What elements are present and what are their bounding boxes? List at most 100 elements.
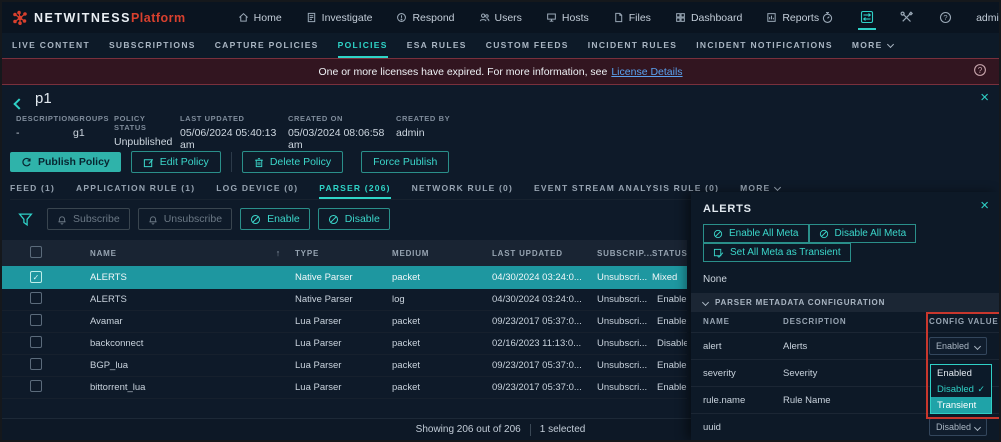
nav-investigate[interactable]: Investigate	[306, 12, 372, 24]
col-type[interactable]: TYPE	[295, 249, 392, 258]
license-details-link[interactable]: License Details	[611, 66, 682, 78]
divider	[230, 152, 232, 172]
tab-log-device[interactable]: LOG DEVICE (0)	[216, 178, 298, 199]
nav-respond[interactable]: Respond	[396, 12, 455, 24]
table-row[interactable]: BGP_lua Lua Parser packet 09/23/2017 05:…	[2, 354, 687, 377]
meta-label: LAST UPDATED	[180, 114, 245, 123]
disable-all-meta-button[interactable]: Disable All Meta	[808, 224, 917, 243]
table-row[interactable]: Avamar Lua Parser packet 09/23/2017 05:3…	[2, 310, 687, 333]
nav-users[interactable]: Users	[479, 12, 522, 24]
status-text: Enabled	[657, 359, 687, 371]
row-checkbox[interactable]: ✓	[30, 271, 42, 283]
col-medium[interactable]: MEDIUM	[392, 249, 492, 258]
table-row[interactable]: ALERTS Native Parser log 04/30/2024 03:2…	[2, 288, 687, 311]
tab-network-rule[interactable]: NETWORK RULE (0)	[412, 178, 513, 199]
svg-text:?: ?	[943, 13, 947, 22]
admin-config-icon[interactable]	[858, 6, 877, 30]
status-text: Enabled	[657, 315, 687, 327]
dashboard-icon	[676, 13, 685, 22]
subnav-incident-notifications[interactable]: INCIDENT NOTIFICATIONS	[696, 33, 833, 58]
chevron-down-icon	[973, 423, 982, 431]
sort-asc-icon[interactable]: ↑	[276, 248, 281, 258]
banner-help-icon[interactable]: ?	[973, 63, 987, 77]
unsubscribe-button[interactable]: Unsubscribe	[137, 208, 233, 230]
row-checkbox[interactable]	[30, 291, 42, 304]
chevron-down-icon	[701, 298, 710, 307]
row-checkbox[interactable]	[30, 357, 42, 370]
nav-home[interactable]: Home	[238, 12, 282, 24]
disable-button[interactable]: Disable	[317, 208, 390, 230]
subnav-subscriptions[interactable]: SUBSCRIPTIONS	[109, 33, 196, 58]
meta-value: admin	[396, 127, 425, 139]
subnav-more[interactable]: MORE	[852, 33, 894, 58]
circle-slash-icon	[251, 214, 261, 224]
enable-all-meta-button[interactable]: Enable All Meta	[703, 224, 809, 243]
nav-hosts[interactable]: Hosts	[546, 12, 589, 24]
panel-actions: Enable All Meta Disable All Meta Set All…	[703, 224, 953, 262]
stopwatch-icon[interactable]	[819, 7, 836, 28]
reports-icon	[767, 13, 776, 22]
subnav-incident-rules[interactable]: INCIDENT RULES	[588, 33, 678, 58]
respond-icon	[397, 13, 407, 22]
tab-feed[interactable]: FEED (1)	[10, 178, 55, 199]
panel-row: uuid Disabled	[691, 413, 999, 440]
subnav-policies[interactable]: POLICIES	[337, 33, 388, 58]
nav-reports[interactable]: Reports	[766, 12, 819, 24]
edit-policy-button[interactable]: Edit Policy	[130, 151, 221, 173]
brand-logo[interactable]: NETWITNESSPlatform	[12, 9, 186, 27]
dropdown-option-transient[interactable]: Transient	[931, 397, 991, 413]
user-menu[interactable]: admin	[976, 12, 999, 24]
svg-text:?: ?	[978, 66, 983, 75]
status-text: Enabled	[657, 293, 687, 305]
row-checkbox[interactable]	[30, 335, 42, 348]
utility-icons: ? admin	[819, 6, 999, 30]
refresh-icon	[22, 157, 31, 166]
select-all-checkbox[interactable]	[30, 246, 42, 258]
close-policy-icon[interactable]: ×	[980, 90, 989, 105]
set-all-meta-transient-button[interactable]: Set All Meta as Transient	[703, 243, 851, 262]
users-icon	[479, 13, 489, 22]
row-checkbox[interactable]	[30, 313, 42, 326]
meta-label: POLICY STATUS	[114, 114, 147, 132]
tab-application-rule[interactable]: APPLICATION RULE (1)	[76, 178, 195, 199]
panel-close-icon[interactable]: ×	[980, 198, 989, 213]
config-value-select[interactable]: Disabled	[929, 418, 987, 436]
parser-table-header: NAME ↑ TYPE MEDIUM LAST UPDATED SUBSCRIP.…	[2, 240, 687, 266]
meta-label: CREATED ON	[288, 114, 344, 123]
tools-icon[interactable]	[898, 7, 915, 28]
tab-parser[interactable]: PARSER (206)	[319, 178, 391, 199]
help-icon[interactable]: ?	[937, 7, 954, 28]
col-last-updated[interactable]: LAST UPDATED	[492, 249, 597, 258]
brand-secondary: Platform	[130, 10, 186, 25]
nav-files[interactable]: Files	[613, 12, 651, 24]
nav-dashboard[interactable]: Dashboard	[675, 12, 742, 24]
meta-label: DESCRIPTION	[16, 114, 74, 123]
dropdown-option-enabled[interactable]: Enabled	[931, 365, 991, 381]
bell-off-icon	[149, 215, 157, 224]
row-checkbox[interactable]	[30, 379, 42, 392]
table-row[interactable]: bittorrent_lua Lua Parser packet 09/23/2…	[2, 376, 687, 399]
panel-row: alert Alerts Enabled	[691, 332, 999, 360]
back-chevron-icon[interactable]	[13, 95, 25, 113]
parser-metadata-accordion[interactable]: PARSER METADATA CONFIGURATION	[691, 293, 999, 312]
table-row[interactable]: backconnect Lua Parser packet 02/16/2023…	[2, 332, 687, 355]
enable-button[interactable]: Enable	[240, 208, 310, 230]
config-value-select[interactable]: Enabled	[929, 337, 987, 355]
table-row[interactable]: ✓ ALERTS Native Parser packet 04/30/2024…	[2, 266, 687, 289]
meta-label: GROUPS	[73, 114, 110, 123]
subnav-custom-feeds[interactable]: CUSTOM FEEDS	[486, 33, 569, 58]
col-subscription[interactable]: SUBSCRIP...	[597, 249, 652, 258]
force-publish-button[interactable]: Force Publish	[361, 151, 450, 173]
subnav-live-content[interactable]: LIVE CONTENT	[12, 33, 90, 58]
subscribe-button[interactable]: Subscribe	[47, 208, 130, 230]
col-status[interactable]: STATUS	[652, 249, 687, 258]
meta-transient-icon	[713, 248, 724, 258]
subnav-esa-rules[interactable]: ESA RULES	[407, 33, 467, 58]
dropdown-option-disabled[interactable]: Disabled ✓	[931, 381, 991, 397]
delete-policy-button[interactable]: Delete Policy	[241, 151, 344, 173]
col-name[interactable]: NAME	[90, 249, 117, 258]
meta-value: 05/06/2024 05:40:13 am	[180, 127, 277, 151]
publish-policy-button[interactable]: Publish Policy	[10, 152, 121, 172]
subnav-capture-policies[interactable]: CAPTURE POLICIES	[215, 33, 319, 58]
filter-icon[interactable]	[18, 212, 33, 227]
